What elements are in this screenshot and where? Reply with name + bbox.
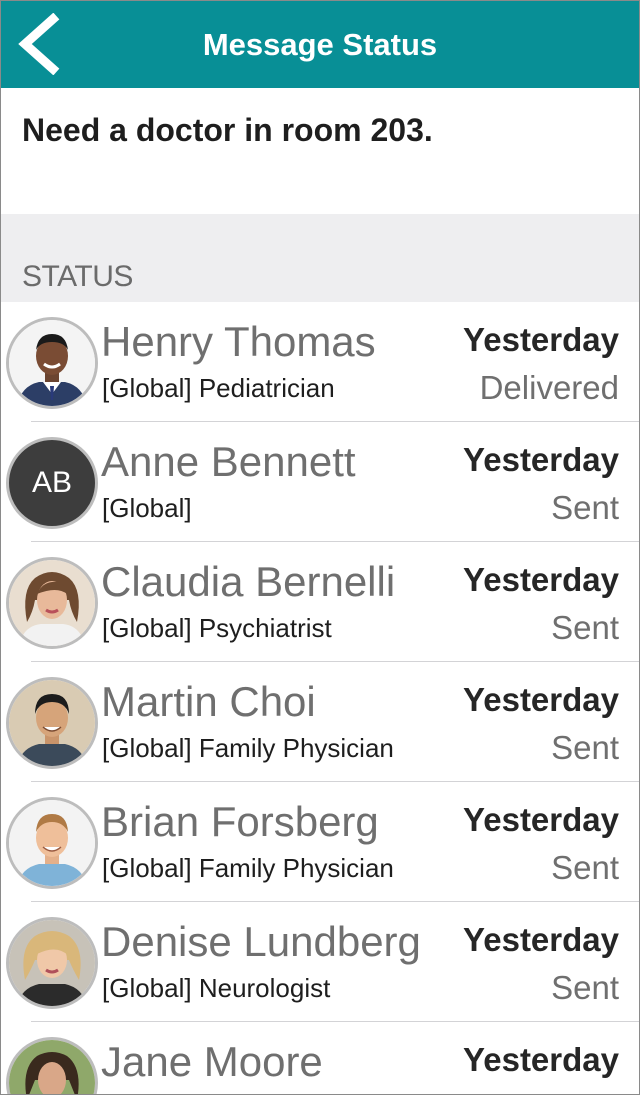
recipient-name: Anne Bennett [101,438,356,485]
avatar [6,797,98,889]
recipient-row[interactable]: Jane Moore Yesterday [1,1022,639,1094]
avatar [6,317,98,409]
recipient-time: Yesterday [463,561,619,598]
status-section-header: STATUS [1,214,639,302]
avatar [6,917,98,1009]
recipient-name: Martin Choi [101,678,316,725]
recipient-row[interactable]: Claudia Bernelli [Global] Psychiatrist Y… [1,542,639,662]
delivery-status: Sent [551,609,619,646]
recipient-name: Denise Lundberg [101,918,421,965]
recipient-row[interactable]: Martin Choi [Global] Family Physician Ye… [1,662,639,782]
recipient-row[interactable]: Denise Lundberg [Global] Neurologist Yes… [1,902,639,1022]
recipient-role: [Global] Psychiatrist [102,613,332,643]
avatar [6,677,98,769]
recipient-name: Henry Thomas [101,318,376,365]
recipient-role: [Global] Pediatrician [102,373,335,403]
recipient-list: Henry Thomas [Global] Pediatrician Yeste… [1,302,639,1094]
avatar-initials: AB [6,437,98,529]
app-screen: Message Status Need a doctor in room 203… [0,0,640,1095]
avatar [6,557,98,649]
recipient-time: Yesterday [463,441,619,478]
recipient-role: [Global] Family Physician [102,733,394,763]
message-panel: Need a doctor in room 203. [1,88,639,214]
recipient-time: Yesterday [463,681,619,718]
recipient-time: Yesterday [463,801,619,838]
delivery-status: Sent [551,729,619,766]
recipient-time: Yesterday [463,921,619,958]
recipient-role: [Global] [102,493,192,523]
recipient-name: Claudia Bernelli [101,558,396,605]
recipient-row[interactable]: Henry Thomas [Global] Pediatrician Yeste… [1,302,639,422]
page-title: Message Status [202,27,438,62]
recipient-time: Yesterday [463,1041,619,1078]
recipient-role: [Global] Neurologist [102,973,331,1003]
recipient-role: [Global] Family Physician [102,853,394,883]
navigation-bar: Message Status [1,1,639,88]
recipient-row[interactable]: Brian Forsberg [Global] Family Physician… [1,782,639,902]
delivery-status: Sent [551,849,619,886]
recipient-time: Yesterday [463,321,619,358]
delivery-status: Sent [551,489,619,526]
message-text: Need a doctor in room 203. [22,112,433,148]
section-label: STATUS [22,260,133,293]
recipient-row[interactable]: AB Anne Bennett [Global] Yesterday Sent [1,422,639,542]
recipient-name: Jane Moore [101,1038,323,1085]
avatar [6,1037,98,1094]
delivery-status: Sent [551,969,619,1006]
delivery-status: Delivered [479,369,619,406]
recipient-name: Brian Forsberg [101,798,379,845]
